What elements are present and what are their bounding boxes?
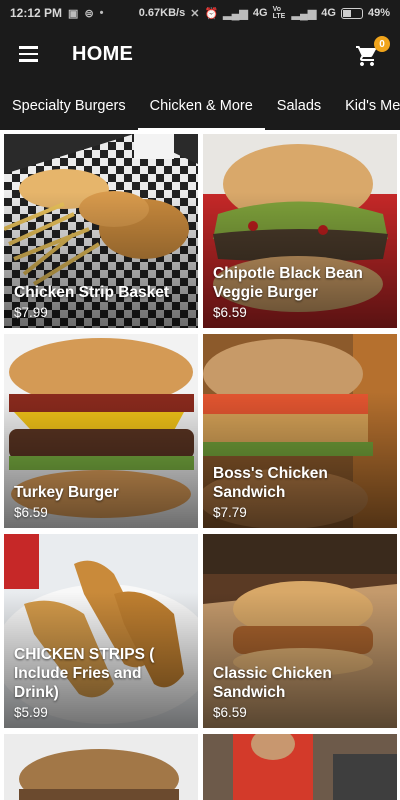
volte-label: Vo LTE [272, 6, 286, 20]
food-image [203, 734, 397, 800]
menu-item-card[interactable] [203, 734, 397, 800]
item-price: $6.59 [213, 305, 247, 320]
signal-icon: ▂▄▆ [223, 7, 248, 20]
item-name: CHICKEN STRIPS ( Include Fries and Drink… [14, 646, 155, 701]
menu-item-card[interactable] [4, 734, 198, 800]
more-dots-icon: • [99, 7, 104, 19]
item-price: $6.59 [213, 705, 247, 720]
tab-specialty-burgers[interactable]: Specialty Burgers [0, 82, 138, 130]
notification-icon: ▣ [68, 7, 79, 20]
menu-item-card[interactable]: Turkey Burger $6.59 [4, 334, 198, 528]
menu-item-card[interactable]: Boss's Chicken Sandwich $7.79 [203, 334, 397, 528]
item-name: Classic Chicken Sandwich [213, 665, 332, 701]
item-name: Boss's Chicken Sandwich [213, 465, 328, 501]
hamburger-menu-icon[interactable] [0, 26, 56, 82]
tab-chicken-and-more[interactable]: Chicken & More [137, 82, 265, 130]
tab-kids-meals[interactable]: Kid's Meals [333, 82, 400, 130]
status-time: 12:12 PM [10, 6, 63, 20]
food-image [4, 734, 198, 800]
item-name: Turkey Burger [14, 484, 119, 501]
alarm-icon: ⏰ [204, 7, 219, 20]
battery-percent: 49% [367, 7, 390, 19]
item-price: $7.99 [14, 305, 48, 320]
item-name: Chipotle Black Bean Veggie Burger [213, 265, 363, 301]
menu-item-card[interactable]: CHICKEN STRIPS ( Include Fries and Drink… [4, 534, 198, 728]
menu-item-card[interactable]: Chicken Strip Basket $7.99 [4, 134, 198, 328]
item-price: $7.79 [213, 505, 247, 520]
sync-icon: ⊜ [84, 7, 94, 20]
tab-salads[interactable]: Salads [265, 82, 333, 130]
battery-icon [340, 7, 363, 19]
menu-item-card[interactable]: Chipotle Black Bean Veggie Burger $6.59 [203, 134, 397, 328]
status-bar: 12:12 PM ▣ ⊜ • 0.67KB/s ✕ ⏰ ▂▄▆ 4G Vo LT… [0, 0, 400, 26]
menu-grid: Chicken Strip Basket $7.99 Chipotle Blac… [0, 130, 400, 800]
signal-icon: ▂▄▆ [291, 7, 317, 20]
network-speed: 0.67KB/s [138, 7, 186, 19]
battery-fill [342, 9, 352, 17]
cart-count-badge: 0 [374, 36, 390, 52]
app-bar: HOME 0 [0, 26, 400, 82]
network-type-2: 4G [321, 7, 336, 19]
cart-button[interactable]: 0 [352, 36, 390, 72]
network-type-1: 4G [252, 7, 268, 19]
item-name: Chicken Strip Basket [14, 284, 170, 301]
menu-item-card[interactable]: Classic Chicken Sandwich $6.59 [203, 534, 397, 728]
mute-icon: ✕ [190, 7, 200, 20]
item-price: $6.59 [14, 505, 48, 520]
page-title: HOME [72, 42, 134, 65]
category-tabs: Specialty Burgers Chicken & More Salads … [0, 82, 400, 130]
item-price: $5.99 [14, 705, 48, 720]
